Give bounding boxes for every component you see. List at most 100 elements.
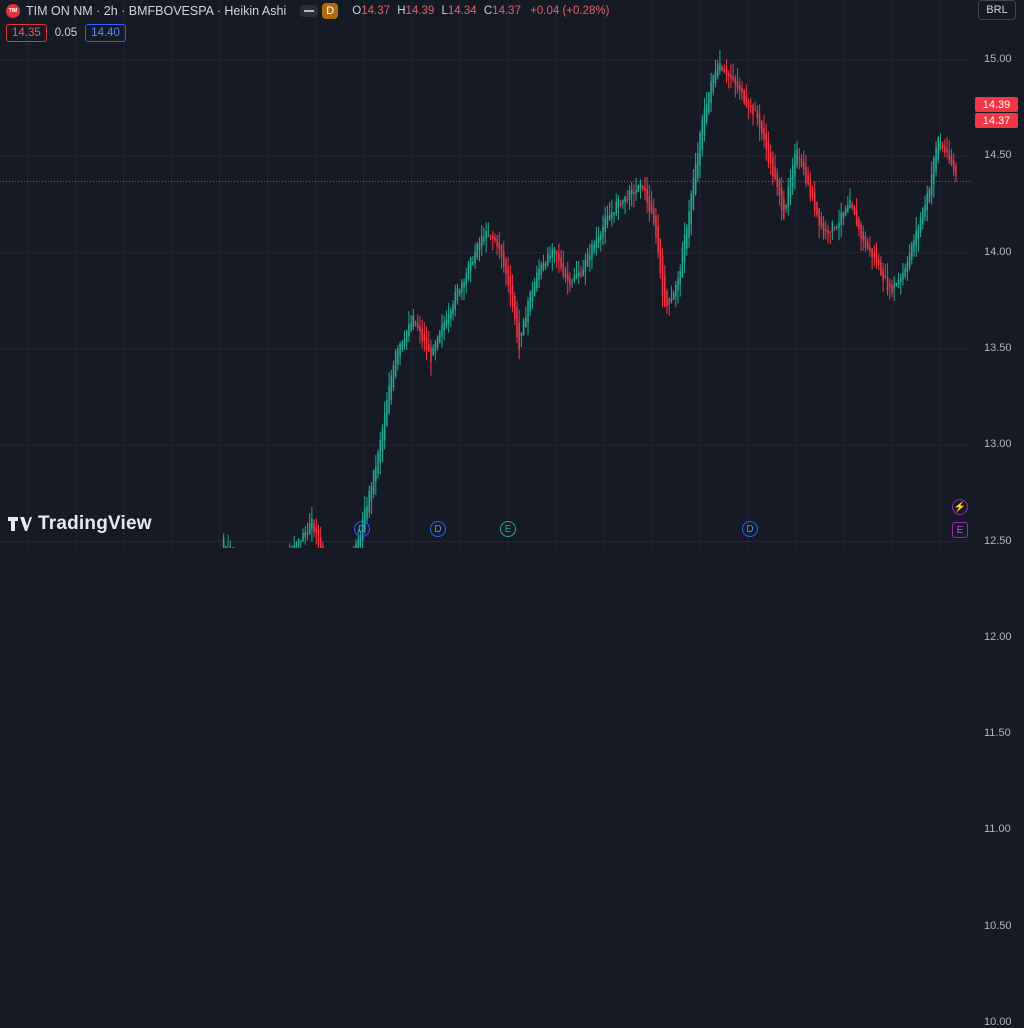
candle-body [874,253,876,257]
candle-body [640,183,642,189]
candle-body [783,199,785,218]
candle-body [576,274,578,278]
data-badge[interactable]: D [322,3,338,19]
candle-body [532,290,534,302]
candle-body [933,158,935,184]
candle-body [437,336,439,347]
candle-body [454,292,456,309]
candle-body [549,256,551,259]
candle-body [673,293,675,300]
candle-body [413,316,415,327]
candle-body [505,259,507,274]
price-tick-label: 12.00 [984,631,1012,643]
candle-body [540,265,542,275]
price-scale[interactable] [972,0,1024,548]
high-value: 14.39 [406,5,435,17]
price-tick-label: 13.50 [984,342,1012,354]
candle-body [860,224,862,239]
candle-body [426,338,428,350]
candle-body [904,268,906,276]
candle-body [408,324,410,336]
candle-body [926,193,928,211]
candle-body [565,269,567,278]
candle-body [589,256,591,260]
candle-body [496,239,498,247]
flash-icon[interactable]: ⚡ [952,499,968,515]
candle-body [679,271,681,285]
candle-body [801,158,803,167]
candle-body [911,243,913,260]
candle-body [582,269,584,275]
candle-body [704,109,706,134]
candle-body [869,246,871,251]
candle-body [794,154,796,177]
candle-body [854,206,856,215]
dividend-marker[interactable]: D [430,521,446,537]
candle-body [774,167,776,179]
candle-body [300,540,302,542]
high-label: H [397,5,405,17]
candle-body [827,230,829,234]
buy-button[interactable]: 14.40 [85,24,126,42]
candle-body [569,278,571,285]
candle-body [457,289,459,301]
candle-body [435,344,437,352]
candle-body [715,71,717,83]
candle-body [706,104,708,122]
candle-body [660,239,662,273]
candle-body [924,205,926,217]
candle-body [940,142,942,149]
dividend-marker[interactable]: D [742,521,758,537]
candle-body [843,212,845,219]
candle-body [701,120,703,149]
candle-body [918,227,920,239]
candle-body [867,242,869,249]
candle-body [441,325,443,337]
candle-body [547,253,549,265]
candle-body [371,486,373,501]
candle-body [406,331,408,342]
candle-body [357,538,359,548]
candle-body [865,236,867,248]
candle-body [375,466,377,482]
candle-body [942,145,944,148]
candle-body [386,400,388,426]
candle-body [862,231,864,241]
price-tick-label: 13.00 [984,438,1012,450]
candle-body [708,92,710,113]
candle-body [781,188,783,211]
symbol-title[interactable]: TIM ON NM · 2h · BMFBOVESPA · Heikin Ash… [26,4,286,18]
candle-body [296,543,298,548]
candle-body [481,236,483,247]
earnings-marker-upcoming[interactable]: E [952,522,968,538]
candle-body [461,282,463,292]
candlestick-chart[interactable] [0,0,972,548]
candle-body [675,285,677,297]
candle-body [556,251,558,256]
candle-body [488,235,490,236]
candle-body [415,321,417,325]
open-value: 14.37 [361,5,390,17]
hide-series-button[interactable] [300,5,318,17]
currency-selector[interactable]: BRL [978,0,1016,20]
candle-body [825,229,827,231]
candle-body [598,237,600,243]
candle-body [953,160,955,171]
candle-body [944,147,946,153]
price-tick-label: 15.00 [984,53,1012,65]
candle-body [397,348,399,363]
candle-body [770,152,772,163]
candle-body [492,235,494,239]
candle-body [587,254,589,266]
chart-pane[interactable] [0,0,972,548]
candle-body [446,320,448,327]
sell-button[interactable]: 14.35 [6,24,47,42]
change-value: +0.04 (+0.28%) [530,5,609,17]
candle-body [951,155,953,165]
earnings-marker[interactable]: E [500,521,516,537]
candle-body [507,267,509,285]
dividend-marker[interactable]: D [354,521,370,537]
candle-body [474,252,476,263]
tradingview-logo[interactable]: TradingView [8,513,152,535]
candle-body [626,199,628,201]
